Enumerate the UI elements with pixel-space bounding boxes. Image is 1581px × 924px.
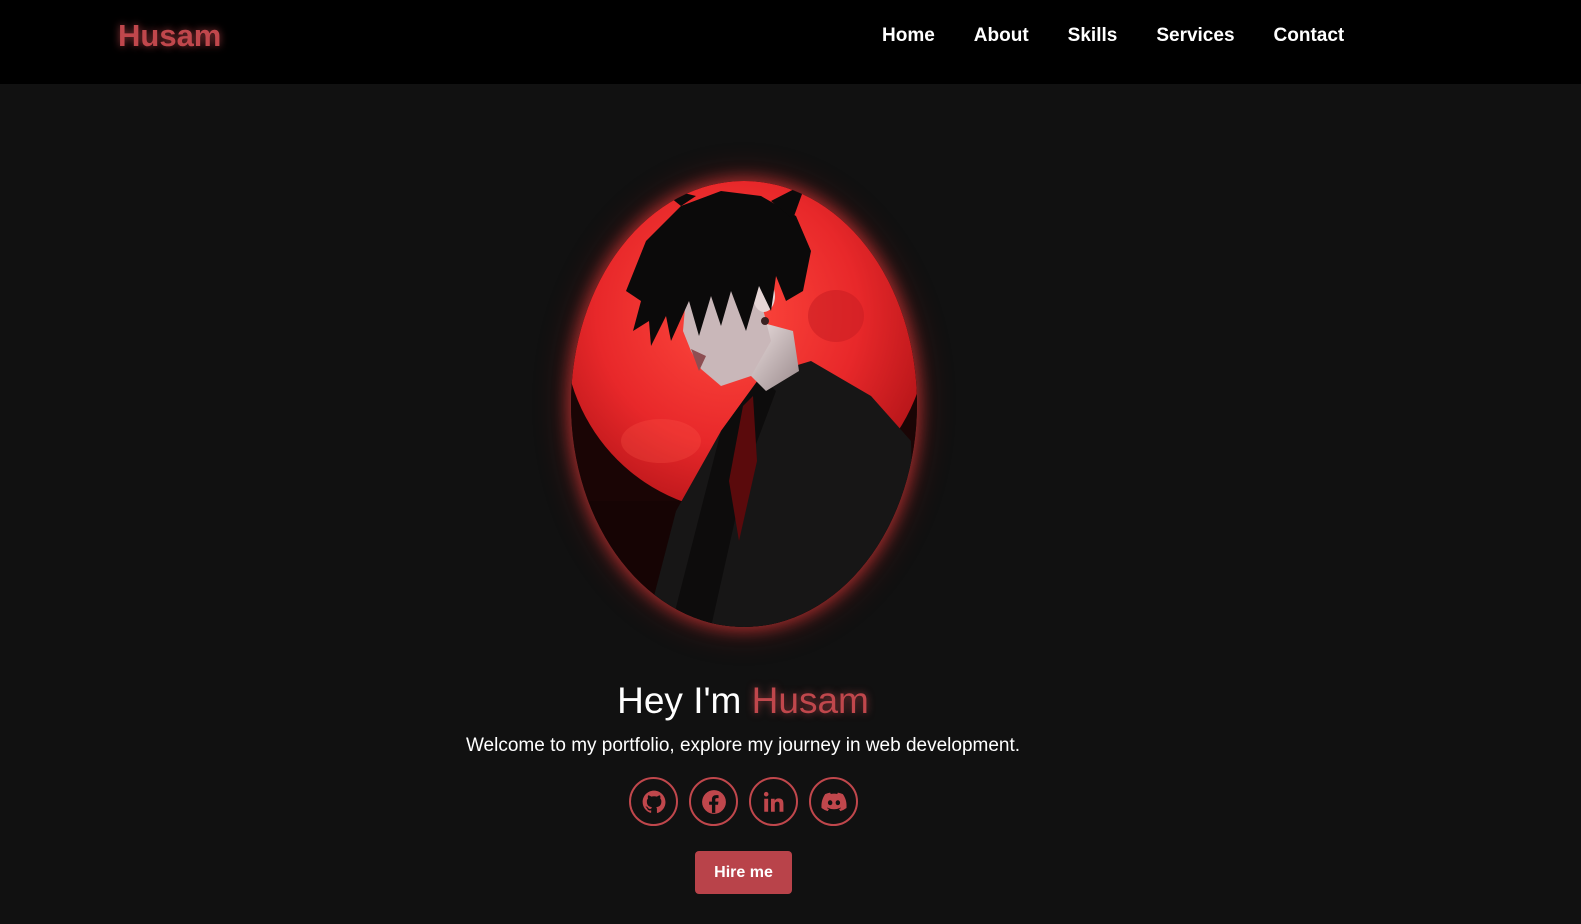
nav-link-services[interactable]: Services <box>1156 25 1234 47</box>
discord-link[interactable] <box>809 777 858 826</box>
navbar: Husam Home About Skills Services Contact <box>0 0 1581 84</box>
nav-link-about[interactable]: About <box>974 25 1029 47</box>
greeting-name: Husam <box>751 680 869 721</box>
nav-link-skills[interactable]: Skills <box>1068 25 1118 47</box>
greeting-prefix: Hey I'm <box>617 680 752 721</box>
social-links <box>629 777 858 826</box>
nav-links: Home About Skills Services Contact <box>882 25 1344 47</box>
github-icon <box>642 790 665 813</box>
github-link[interactable] <box>629 777 678 826</box>
hero-greeting: Hey I'm Husam <box>0 680 1486 722</box>
linkedin-icon <box>763 791 783 812</box>
profile-portrait <box>571 181 917 627</box>
hero-section: Hey I'm Husam Welcome to my portfolio, e… <box>0 84 1581 924</box>
linkedin-link[interactable] <box>749 777 798 826</box>
nav-link-contact[interactable]: Contact <box>1274 25 1345 47</box>
hire-me-button[interactable]: Hire me <box>695 851 792 894</box>
nav-link-home[interactable]: Home <box>882 25 935 47</box>
hero-subtitle: Welcome to my portfolio, explore my jour… <box>465 735 1021 756</box>
discord-icon <box>820 792 847 811</box>
facebook-icon <box>701 789 726 814</box>
logo[interactable]: Husam <box>118 18 221 54</box>
facebook-link[interactable] <box>689 777 738 826</box>
